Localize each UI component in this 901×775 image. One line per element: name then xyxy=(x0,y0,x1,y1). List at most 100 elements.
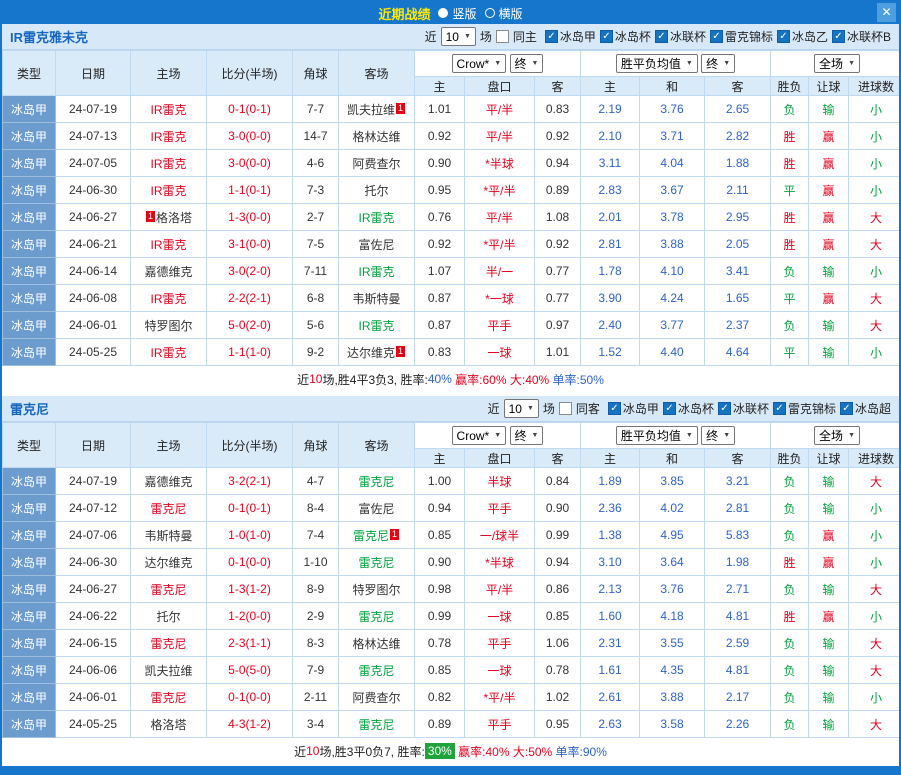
euro-odds-filter-cell: 胜平负均值▼ 终▼ xyxy=(581,51,771,77)
title-bar: 近期战绩 竖版 横版 ✕ xyxy=(2,2,899,24)
radio-vertical-layout[interactable]: 竖版 xyxy=(438,5,476,22)
date-cell: 24-07-05 xyxy=(56,150,131,177)
summary-part: 近 xyxy=(297,371,309,388)
score-cell: 5-0(5-0) xyxy=(207,657,293,684)
handicap-line: *平/半 xyxy=(465,231,535,258)
match-row: 冰岛甲24-07-12雷克尼0-1(0-1)8-4富佐尼0.94平手0.902.… xyxy=(3,495,901,522)
away-team-cell: 特罗图尔 xyxy=(339,576,415,603)
result-cell: 平 xyxy=(771,339,809,366)
header-euro-draw: 和 xyxy=(640,77,705,96)
league-type-cell: 冰岛甲 xyxy=(3,657,56,684)
away-team-cell: 凯夫拉维1 xyxy=(339,96,415,123)
euro-draw-odds: 3.88 xyxy=(640,684,705,711)
league-type-cell: 冰岛甲 xyxy=(3,177,56,204)
match-row: 冰岛甲24-06-01特罗图尔5-0(2-0)5-6IR雷克0.87平手0.97… xyxy=(3,312,901,339)
summary-part: 近 xyxy=(294,743,306,760)
match-row: 冰岛甲24-06-14嘉德维克3-0(2-0)7-11IR雷克1.07半/一0.… xyxy=(3,258,901,285)
average-odds-select[interactable]: 胜平负均值▼ xyxy=(616,54,698,73)
result-cell: 负 xyxy=(771,495,809,522)
bookmaker-select[interactable]: Crow*▼ xyxy=(452,426,507,445)
away-team-cell: 富佐尼 xyxy=(339,495,415,522)
chevron-down-icon: ▼ xyxy=(494,432,501,439)
league-filter: 冰岛甲 xyxy=(545,28,596,45)
euro-draw-odds: 3.55 xyxy=(640,630,705,657)
euro-away-odds: 3.21 xyxy=(705,468,771,495)
handicap-line: 平手 xyxy=(465,312,535,339)
radio-selected-icon xyxy=(438,8,448,18)
radio-horizontal-layout[interactable]: 横版 xyxy=(485,5,523,22)
euro-home-odds: 2.19 xyxy=(581,96,640,123)
bottom-border-bar xyxy=(2,766,899,773)
league-label: 冰岛杯 xyxy=(678,400,714,417)
result-cell: 胜 xyxy=(771,231,809,258)
header-handicap-result: 让球 xyxy=(809,77,849,96)
date-cell: 24-06-15 xyxy=(56,630,131,657)
odds-time-select-2[interactable]: 终▼ xyxy=(701,426,735,445)
match-scope-select[interactable]: 全场▼ xyxy=(814,54,860,73)
asian-home-odds: 0.76 xyxy=(415,204,465,231)
header-result: 胜负 xyxy=(771,77,809,96)
team-name: IR雷克 xyxy=(150,238,186,252)
results-table: 类型 日期 主场 比分(半场) 角球 客场 Crow*▼ 终▼ 胜平负均值▼ 终… xyxy=(2,422,901,738)
asian-away-odds: 0.90 xyxy=(535,495,581,522)
league-checkbox[interactable] xyxy=(710,30,723,43)
red-card-badge: 1 xyxy=(396,346,405,357)
same-venue-checkbox[interactable] xyxy=(559,402,572,415)
league-checkbox[interactable] xyxy=(840,402,853,415)
home-team-cell: 格洛塔 xyxy=(131,711,207,738)
header-corner: 角球 xyxy=(293,423,339,468)
league-checkbox[interactable] xyxy=(832,30,845,43)
asian-away-odds: 0.92 xyxy=(535,123,581,150)
euro-odds-filter-cell: 胜平负均值▼ 终▼ xyxy=(581,423,771,449)
away-team-cell: 韦斯特曼 xyxy=(339,285,415,312)
team-name: 格林达维 xyxy=(352,637,400,651)
handicap-result-cell: 赢 xyxy=(809,285,849,312)
match-row: 冰岛甲24-07-05IR雷克3-0(0-0)4-6阿费查尔0.90*半球0.9… xyxy=(3,150,901,177)
league-checkbox[interactable] xyxy=(655,30,668,43)
date-cell: 24-05-25 xyxy=(56,711,131,738)
goals-result-cell: 小 xyxy=(849,177,901,204)
league-checkbox[interactable] xyxy=(777,30,790,43)
league-label: 冰岛超 xyxy=(855,400,891,417)
average-odds-select[interactable]: 胜平负均值▼ xyxy=(616,426,698,445)
asian-away-odds: 0.99 xyxy=(535,522,581,549)
summary-part: 单率:50% xyxy=(549,371,604,388)
odds-time-select[interactable]: 终▼ xyxy=(510,426,544,445)
match-scope-select[interactable]: 全场▼ xyxy=(814,426,860,445)
corners-cell: 2-11 xyxy=(293,684,339,711)
match-row: 冰岛甲24-06-06凯夫拉维5-0(5-0)7-9雷克尼0.85一球0.781… xyxy=(3,657,901,684)
league-filter-group: 冰岛甲冰岛杯冰联杯雷克锦标冰岛超 xyxy=(604,400,891,417)
games-count-select[interactable]: 10▼ xyxy=(441,27,476,46)
league-checkbox[interactable] xyxy=(718,402,731,415)
away-team-cell: 雷克尼 xyxy=(339,711,415,738)
summary-part: 大:40% xyxy=(507,371,550,388)
league-checkbox[interactable] xyxy=(608,402,621,415)
radio-unselected-icon xyxy=(485,8,495,18)
same-venue-checkbox[interactable] xyxy=(496,30,509,43)
games-count-select[interactable]: 10▼ xyxy=(504,399,539,418)
handicap-line: 平/半 xyxy=(465,96,535,123)
close-button[interactable]: ✕ xyxy=(877,3,896,22)
league-filter: 冰岛杯 xyxy=(663,400,714,417)
euro-away-odds: 2.17 xyxy=(705,684,771,711)
league-checkbox[interactable] xyxy=(663,402,676,415)
score-cell: 1-0(1-0) xyxy=(207,522,293,549)
team-name: IR雷克 xyxy=(150,292,186,306)
euro-draw-odds: 3.76 xyxy=(640,96,705,123)
odds-time-select-2[interactable]: 终▼ xyxy=(701,54,735,73)
asian-away-odds: 0.94 xyxy=(535,150,581,177)
chevron-down-icon: ▼ xyxy=(494,60,501,67)
league-checkbox[interactable] xyxy=(600,30,613,43)
bookmaker-select[interactable]: Crow*▼ xyxy=(452,54,507,73)
result-cell: 胜 xyxy=(771,603,809,630)
home-team-cell: 1格洛塔 xyxy=(131,204,207,231)
odds-time-select[interactable]: 终▼ xyxy=(510,54,544,73)
team-name: 富佐尼 xyxy=(358,238,394,252)
home-team-cell: 雷克尼 xyxy=(131,630,207,657)
handicap-result-cell: 输 xyxy=(809,630,849,657)
league-checkbox[interactable] xyxy=(773,402,786,415)
chevron-down-icon: ▼ xyxy=(532,432,539,439)
league-checkbox[interactable] xyxy=(545,30,558,43)
corners-cell: 14-7 xyxy=(293,123,339,150)
corners-cell: 1-10 xyxy=(293,549,339,576)
